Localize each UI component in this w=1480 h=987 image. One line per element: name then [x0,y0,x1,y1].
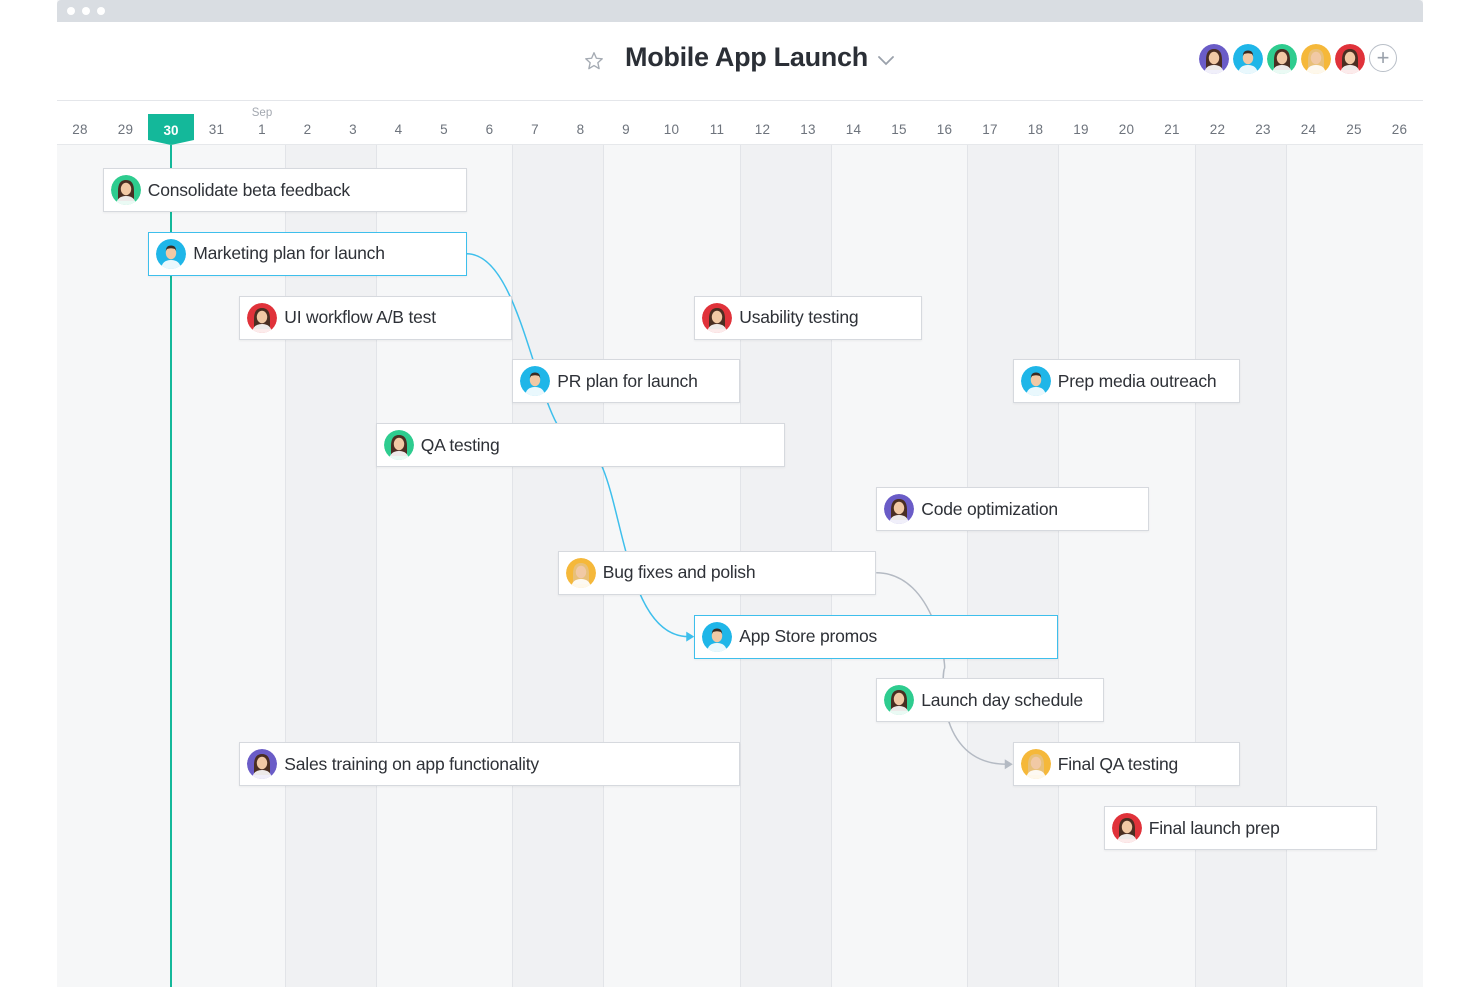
assignee-avatar[interactable] [247,302,278,333]
task-label: Final launch prep [1148,817,1280,838]
task-label: Bug fixes and polish [602,562,756,583]
task-label: UI workflow A/B test [284,307,436,328]
task-bar[interactable]: Usability testing [694,295,922,340]
task-label: Launch day schedule [921,689,1083,710]
assignee-avatar[interactable] [110,175,141,205]
task-bar[interactable]: Code optimization [876,487,1150,531]
assignee-avatar[interactable] [247,749,278,780]
task-label: App Store promos [739,626,878,647]
task-bar[interactable]: Consolidate beta feedback [102,168,467,212]
dependency-arrowhead [686,631,695,642]
assignee-avatar[interactable] [1020,749,1051,780]
task-label: Final QA testing [1057,753,1179,774]
task-bar[interactable]: Bug fixes and polish [557,550,877,595]
assignee-avatar[interactable] [884,494,915,524]
task-label: Code optimization [921,498,1058,519]
assignee-avatar[interactable] [383,430,414,461]
assignee-avatar[interactable] [702,621,733,652]
dependency-line [876,572,1007,765]
assignee-avatar[interactable] [565,557,596,588]
app-window: Mobile App Launch + 30 28 29 31 1 Sep 2 … [57,0,1423,987]
assignee-avatar[interactable] [1020,366,1051,397]
task-bar[interactable]: Final QA testing [1012,742,1241,787]
task-bar[interactable]: Final launch prep [1103,806,1377,850]
assignee-avatar[interactable] [884,685,915,716]
task-bar[interactable]: Launch day schedule [876,678,1104,723]
task-bar[interactable]: Sales training on app functionality [239,742,740,787]
assignee-avatar[interactable] [1111,813,1142,843]
task-bar[interactable]: UI workflow A/B test [239,295,513,340]
assignee-avatar[interactable] [702,302,733,333]
task-label: Marketing plan for launch [193,243,385,264]
task-label: QA testing [420,434,500,455]
assignee-avatar[interactable] [520,366,551,397]
task-label: Sales training on app functionality [284,753,539,774]
task-label: Prep media outreach [1057,370,1217,391]
task-label: Consolidate beta feedback [147,179,350,200]
task-label: Usability testing [739,307,859,328]
task-bar[interactable]: App Store promos [694,614,1059,659]
task-bar[interactable]: Prep media outreach [1012,359,1241,404]
task-bar[interactable]: PR plan for launch [512,359,740,404]
assignee-avatar[interactable] [156,238,187,269]
task-bar[interactable]: QA testing [375,423,786,468]
task-label: PR plan for launch [557,370,698,391]
dependency-arrowhead [1004,759,1013,770]
task-bar[interactable]: Marketing plan for launch [148,231,467,276]
